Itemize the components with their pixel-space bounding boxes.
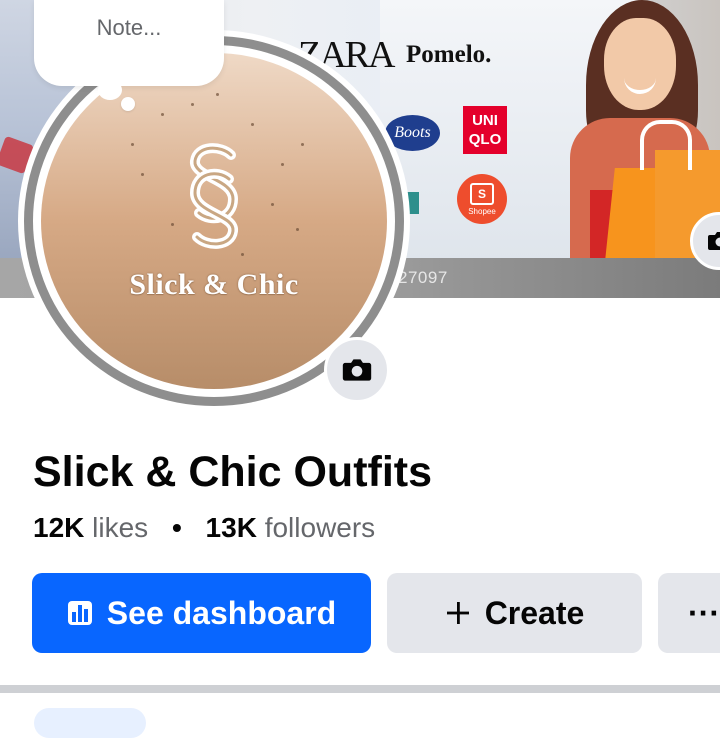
- sc-monogram-icon: [181, 141, 247, 251]
- create-label: Create: [485, 595, 585, 632]
- section-divider: [0, 685, 720, 693]
- note-placeholder: Note...: [97, 15, 162, 41]
- note-bubble[interactable]: Note...: [34, 0, 224, 86]
- profile-picture[interactable]: Slick & Chic: [41, 53, 387, 389]
- create-button[interactable]: Create: [387, 573, 642, 653]
- brand-logo-pomelo: Pomelo.: [406, 42, 491, 67]
- cover-number-text: 27097: [398, 268, 448, 288]
- tab-pill[interactable]: [34, 708, 146, 738]
- stats-separator: •: [172, 512, 182, 544]
- uniqlo-line-1: UNI: [463, 111, 507, 130]
- see-dashboard-label: See dashboard: [107, 595, 336, 632]
- page-stats: 12K likes • 13K followers: [33, 512, 375, 544]
- uniqlo-line-2: QLO: [463, 130, 507, 149]
- page-title: Slick & Chic Outfits: [33, 448, 432, 497]
- camera-icon: [707, 230, 720, 252]
- shopee-bag-icon: S: [470, 183, 494, 205]
- note-bubble-dot: [121, 97, 135, 111]
- camera-icon: [341, 357, 373, 383]
- brand-logo-shopee: S Shopee: [457, 174, 507, 224]
- brand-logo-uniqlo: UNI QLO: [463, 106, 507, 154]
- see-dashboard-button[interactable]: See dashboard: [32, 573, 371, 653]
- profile-logo-text: Slick & Chic: [41, 268, 387, 302]
- bar-chart-icon: [67, 600, 93, 626]
- more-options-button[interactable]: ···: [658, 573, 720, 653]
- plus-icon: [445, 600, 471, 626]
- likes-label: likes: [92, 512, 148, 543]
- profile-camera-button[interactable]: [324, 337, 390, 403]
- likes-count[interactable]: 12K: [33, 512, 84, 543]
- shopee-label: Shopee: [468, 207, 496, 216]
- note-bubble-tail: [98, 80, 122, 100]
- followers-count[interactable]: 13K: [206, 512, 257, 543]
- more-icon: ···: [688, 595, 720, 632]
- followers-label: followers: [265, 512, 375, 543]
